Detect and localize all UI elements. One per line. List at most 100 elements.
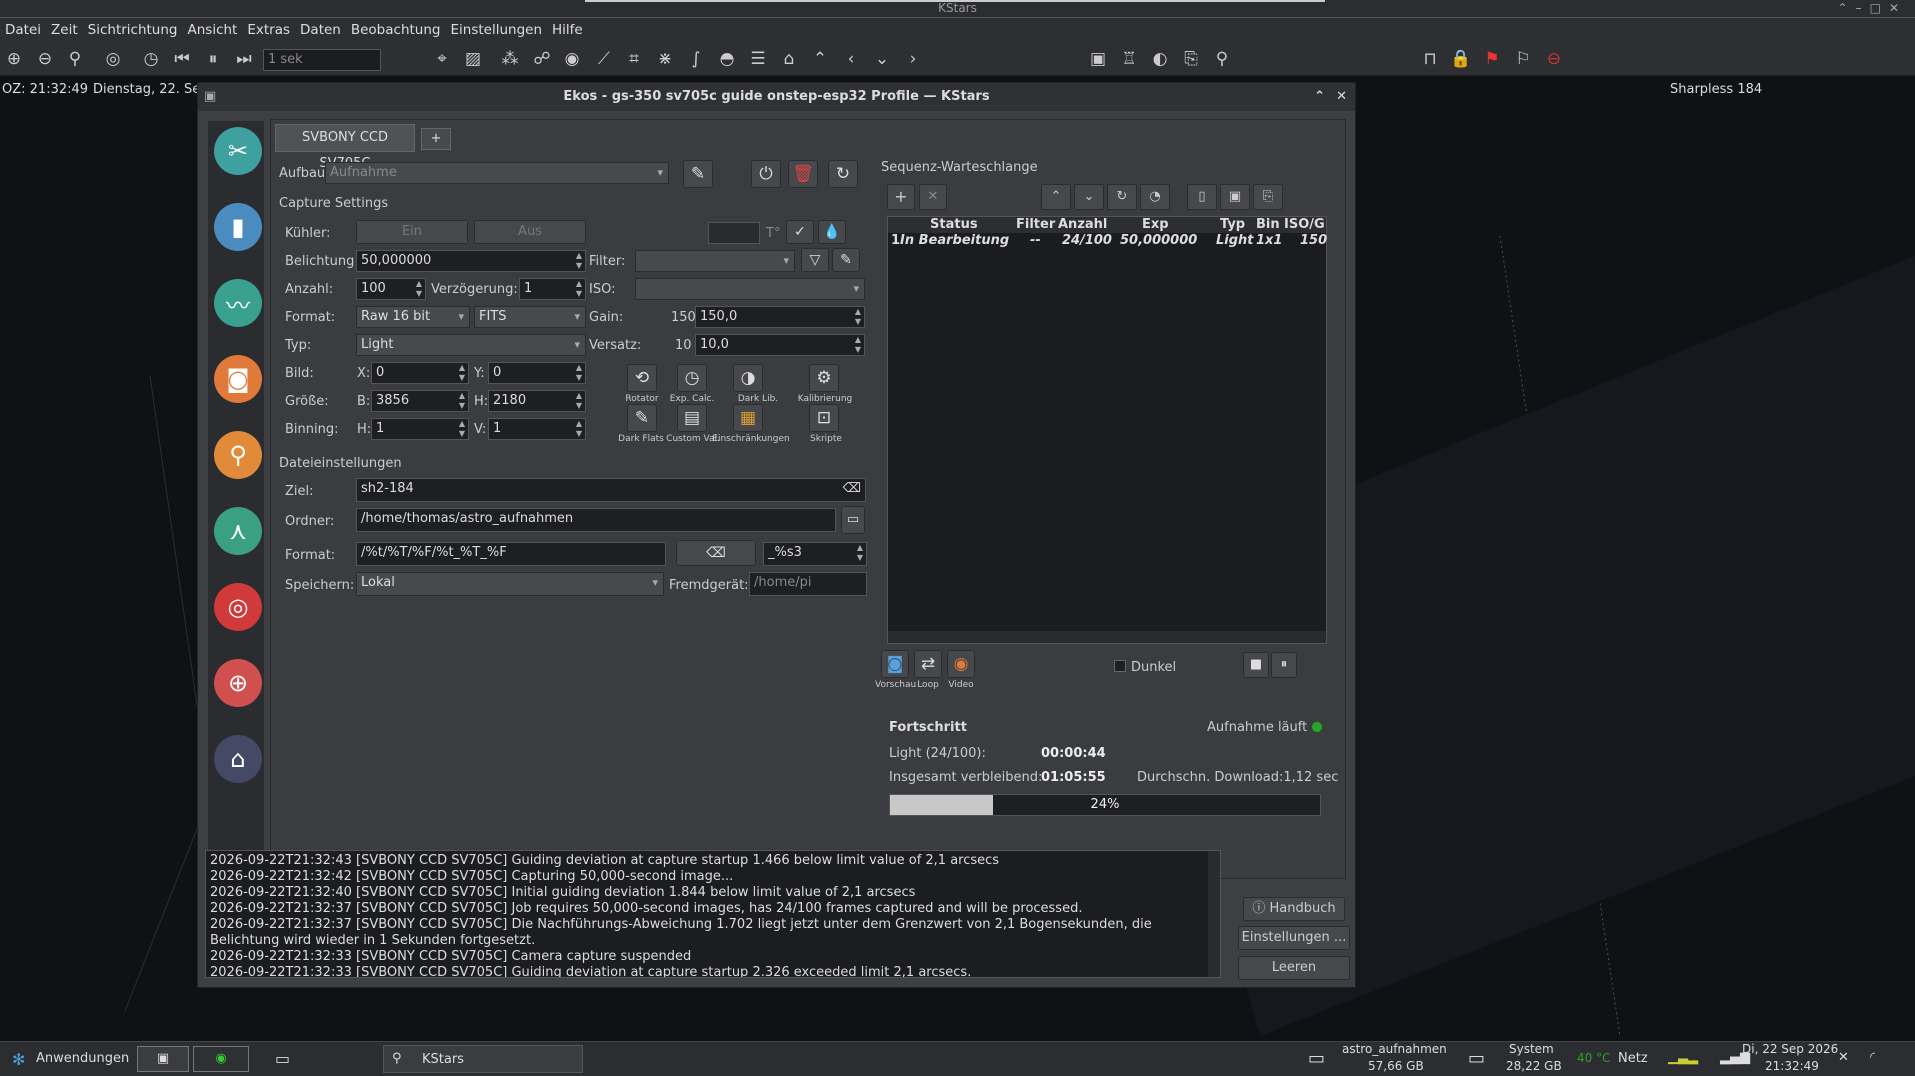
constellation-icon[interactable]: ☍: [530, 47, 554, 71]
target-input[interactable]: sh2-184 ⌫: [356, 478, 866, 502]
window-controls[interactable]: ⌃–□✕: [1838, 0, 1907, 16]
exposure-input[interactable]: 50,000000 ▲ ▼: [356, 250, 586, 272]
power-icon[interactable]: ⏻: [751, 160, 781, 188]
setup-icon[interactable]: ✂: [214, 127, 262, 175]
col-type[interactable]: Typ: [1220, 217, 1245, 232]
loop-icon[interactable]: ⇄: [914, 650, 942, 678]
drive-icon[interactable]: ▭: [1308, 1048, 1325, 1069]
temp-unit[interactable]: T°: [766, 226, 780, 241]
apps-icon[interactable]: ✻: [12, 1050, 25, 1069]
step-back-icon[interactable]: ⏮: [170, 47, 194, 71]
filter-edit-icon[interactable]: ✎: [832, 248, 860, 272]
time-step-input[interactable]: 1 sek: [263, 49, 381, 71]
col-filter[interactable]: Filter: [1016, 217, 1055, 232]
scripts-icon[interactable]: ⊡: [809, 404, 839, 432]
save-queue-button[interactable]: ▣: [1220, 184, 1250, 210]
stop-icon[interactable]: ⊖: [1542, 47, 1566, 71]
filter-icon[interactable]: ▽: [801, 248, 829, 272]
col-iso[interactable]: ISO/G: [1284, 217, 1325, 232]
video-icon[interactable]: ◉: [947, 650, 975, 678]
list-icon[interactable]: ☰: [746, 47, 770, 71]
aufbau-select[interactable]: Aufnahme: [325, 162, 669, 184]
directory-input[interactable]: /home/thomas/astro_aufnahmen: [356, 508, 836, 532]
remove-job-button[interactable]: ✕: [919, 184, 947, 210]
preview-icon[interactable]: ◙: [881, 650, 909, 678]
calibration-icon[interactable]: ⚙: [809, 364, 839, 392]
start-menu[interactable]: Anwendungen: [36, 1051, 129, 1066]
bin-v-input[interactable]: 1 ▲ ▼: [488, 418, 586, 440]
rotator-icon[interactable]: ⟲: [627, 364, 657, 392]
horizon-icon[interactable]: ◓: [715, 47, 739, 71]
dark-library-icon[interactable]: ◑: [733, 364, 763, 392]
col-status[interactable]: Status: [930, 217, 978, 232]
zoom-in-icon[interactable]: ⊕: [2, 47, 26, 71]
offset-input[interactable]: 10,0 ▲ ▼: [695, 334, 865, 356]
grid-icon[interactable]: ⋇: [653, 47, 677, 71]
cup-icon[interactable]: ♖: [1117, 47, 1141, 71]
move-up-button[interactable]: ⌃: [1041, 184, 1071, 210]
move-down-button[interactable]: ⌄: [1074, 184, 1104, 210]
menu-extras[interactable]: Extras: [242, 22, 295, 38]
menu-ansicht[interactable]: Ansicht: [183, 22, 243, 38]
align-icon[interactable]: ◎: [214, 583, 262, 631]
image-icon[interactable]: ▨: [461, 47, 485, 71]
tab-camera[interactable]: SVBONY CCD SV705C: [275, 124, 415, 171]
minimize-icon[interactable]: ⌃: [1314, 83, 1325, 111]
menu-zeit[interactable]: Zeit: [46, 22, 83, 38]
stop-capture-icon[interactable]: ■: [1243, 652, 1269, 678]
frame-width-input[interactable]: 3856 ▲ ▼: [371, 390, 469, 412]
flag-red-icon[interactable]: ⚑: [1480, 47, 1504, 71]
guide-icon[interactable]: ⊕: [214, 659, 262, 707]
bin-h-input[interactable]: 1 ▲ ▼: [371, 418, 469, 440]
add-tab-button[interactable]: +: [421, 128, 451, 150]
drive-icon[interactable]: ▭: [1468, 1048, 1485, 1069]
menu-daten[interactable]: Daten: [295, 22, 346, 38]
left-icon[interactable]: ‹: [839, 47, 863, 71]
clear-log-button[interactable]: Leeren: [1238, 956, 1350, 980]
dark-flats-icon[interactable]: ✎: [627, 404, 657, 432]
frame-y-input[interactable]: 0 ▲ ▼: [488, 362, 586, 384]
clear-icon[interactable]: ⌫: [843, 479, 861, 499]
menu-einstellungen[interactable]: Einstellungen: [445, 22, 547, 38]
telescope-icon[interactable]: ⌗: [622, 47, 646, 71]
frame-type-select[interactable]: Light: [356, 334, 586, 356]
menu-beobachtung[interactable]: Beobachtung: [346, 22, 446, 38]
exp-calc-icon[interactable]: ◷: [677, 364, 707, 392]
table-row[interactable]: 1 In Bearbeitung -- 24/100 50,000000 Lig…: [888, 233, 1327, 251]
log-settings-button[interactable]: Einstellungen ...: [1238, 926, 1350, 950]
log-scrollbar[interactable]: [1208, 851, 1220, 977]
right-icon[interactable]: ›: [901, 47, 925, 71]
log-output[interactable]: 2026-09-22T21:32:43 [SVBONY CCD SV705C] …: [205, 850, 1221, 978]
clock-icon[interactable]: ◷: [139, 47, 163, 71]
col-bin[interactable]: Bin: [1256, 217, 1280, 232]
frame-height-input[interactable]: 2180 ▲ ▼: [488, 390, 586, 412]
refresh-icon[interactable]: ↻: [828, 160, 858, 188]
save-as-button[interactable]: ⎘: [1253, 184, 1283, 210]
eye-icon[interactable]: ◐: [1148, 47, 1172, 71]
col-exp[interactable]: Exp: [1142, 217, 1169, 232]
save-icon[interactable]: ▣: [1086, 47, 1110, 71]
file-format-input[interactable]: /%t/%T/%F/%t_%T_%F: [356, 542, 666, 566]
home-icon[interactable]: ⌂: [777, 47, 801, 71]
filter-select[interactable]: [635, 250, 795, 272]
save-location-select[interactable]: Lokal: [356, 572, 664, 596]
remote-dir-input[interactable]: /home/pi: [749, 572, 867, 596]
scheduler-icon[interactable]: ▮: [214, 203, 262, 251]
export-icon[interactable]: ⎘: [1179, 47, 1203, 71]
search-icon[interactable]: ⚲: [1210, 47, 1234, 71]
lock-icon[interactable]: 🔒: [1449, 47, 1473, 71]
milkyway-icon[interactable]: ∫: [684, 47, 708, 71]
col-count[interactable]: Anzahl: [1058, 217, 1107, 232]
observatory-icon[interactable]: ⌂: [214, 735, 262, 783]
globe-icon[interactable]: ◎: [101, 47, 125, 71]
menu-datei[interactable]: Datei: [0, 22, 46, 38]
task-kstars[interactable]: ⚲ KStars: [383, 1045, 583, 1073]
gain-input[interactable]: 150,0 ▲ ▼: [695, 306, 865, 328]
drop-icon[interactable]: 💧: [818, 220, 846, 244]
zoom-out-icon[interactable]: ⊖: [33, 47, 57, 71]
up-icon[interactable]: ⌃: [808, 47, 832, 71]
down-icon[interactable]: ⌄: [870, 47, 894, 71]
suffix-input[interactable]: _%s3 ▲ ▼: [763, 542, 867, 566]
desktop-icon[interactable]: ▭: [275, 1049, 290, 1068]
edit-icon[interactable]: ✎: [683, 160, 713, 188]
